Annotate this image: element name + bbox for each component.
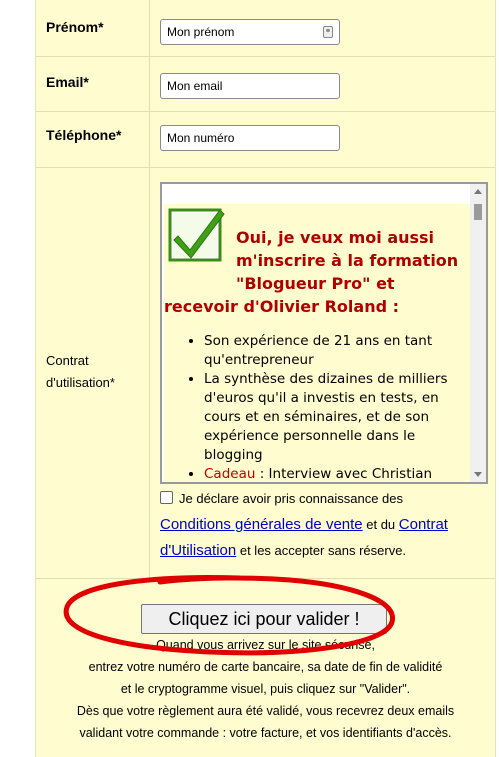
contact-card-icon[interactable]: [323, 26, 333, 38]
gift-label: Cadeau: [204, 466, 256, 482]
submit-button[interactable]: Cliquez ici pour valider !: [141, 604, 387, 634]
gift-text: : Interview avec Christian: [255, 466, 433, 482]
email-placeholder: Mon email: [167, 79, 223, 93]
offer-title-continued: recevoir d'Olivier Roland :: [164, 297, 399, 316]
info-line: Quand vous arrivez sur le site sécurisé,: [156, 638, 375, 652]
contract-label: Contrat d'utilisation*: [46, 350, 115, 394]
cgv-link[interactable]: Conditions générales de vente: [160, 516, 363, 533]
telephone-placeholder: Mon numéro: [167, 131, 235, 145]
email-input[interactable]: Mon email: [160, 73, 340, 99]
telephone-input[interactable]: Mon numéro: [160, 125, 340, 151]
agreement-text-middle: et du: [362, 517, 399, 532]
row-telephone: Téléphone* Mon numéro: [36, 111, 495, 168]
info-line: entrez votre numéro de carte bancaire, s…: [88, 660, 443, 674]
telephone-label: Téléphone*: [46, 127, 122, 143]
row-email: Email* Mon email: [36, 56, 495, 112]
contract-label-line1: Contrat: [46, 353, 89, 368]
benefits-list: Son expérience de 21 ans en tant qu'entr…: [164, 332, 470, 482]
info-line: Dès que votre règlement aura été validé,…: [76, 704, 455, 718]
info-line: validant votre commande : votre facture,…: [79, 726, 452, 740]
scrollbar-thumb[interactable]: [474, 204, 482, 220]
scroll-down-icon[interactable]: [474, 472, 482, 477]
agreement-text-after: et les accepter sans réserve.: [236, 543, 407, 558]
benefit-item: Son expérience de 21 ans en tant qu'entr…: [204, 332, 470, 370]
benefit-item-gift: Cadeau : Interview avec Christian: [204, 465, 470, 482]
contract-content: Oui, je veux moi aussi m'inscrire à la f…: [164, 204, 470, 482]
info-line: et le cryptogramme visuel, puis cliquez …: [120, 682, 411, 696]
contract-label-line2: d'utilisation*: [46, 375, 115, 390]
scrollbar[interactable]: [470, 184, 486, 482]
order-form: Prénom* Mon prénom Email* Mon email Télé…: [35, 0, 496, 757]
payment-info: Quand vous arrivez sur le site sécurisé,…: [36, 634, 495, 744]
prenom-placeholder: Mon prénom: [167, 25, 235, 39]
checkmark-icon: [168, 208, 225, 262]
column-divider: [149, 0, 150, 578]
benefit-item: La synthèse des dizaines de milliers d'e…: [204, 370, 470, 465]
agree-checkbox[interactable]: [160, 491, 173, 504]
prenom-input[interactable]: Mon prénom: [160, 19, 340, 45]
agreement-text-before: Je déclare avoir pris connaissance des: [179, 491, 404, 506]
prenom-label: Prénom*: [46, 19, 104, 35]
scroll-up-icon[interactable]: [474, 189, 482, 194]
row-prenom: Prénom* Mon prénom: [36, 0, 495, 57]
offer-title: Oui, je veux moi aussi m'inscrire à la f…: [236, 228, 459, 293]
agreement: Je déclare avoir pris connaissance des C…: [160, 486, 490, 564]
email-label: Email*: [46, 74, 89, 90]
contract-scrollbox[interactable]: Oui, je veux moi aussi m'inscrire à la f…: [160, 182, 488, 484]
